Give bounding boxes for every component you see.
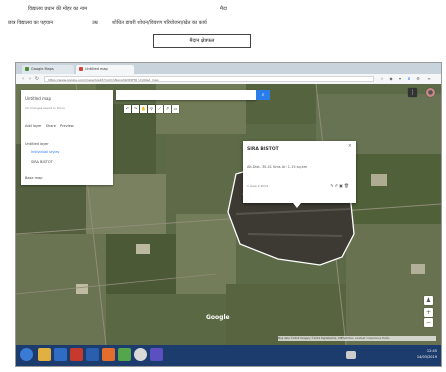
layer-style[interactable]: Individual styles [31, 150, 59, 154]
url-field[interactable]: https://www.google.com/maps/d/edit?mid=1… [44, 76, 374, 82]
doc-line1-right: मैदा [220, 6, 227, 12]
boxed-label: मैदान क्षेत्रफल [153, 34, 251, 48]
popup-meta: 1 Area 2 Point [247, 184, 269, 188]
reload-icon[interactable]: ↻ [34, 76, 40, 82]
bookmark-icon[interactable]: ☆ [379, 76, 385, 82]
tab-untitled-map[interactable]: Untitled map [76, 65, 134, 74]
marker-icon[interactable]: ⚲ [148, 105, 155, 113]
ruler-icon[interactable]: ▭ [172, 105, 179, 113]
settings-icon[interactable]: ⚙ [415, 76, 421, 82]
apps-icon[interactable]: ⋮ [408, 88, 417, 97]
popup-measurement: Alt.Dist. 30.41 Kms Ar: 1.15 sq.km [247, 165, 308, 169]
add-layer-button[interactable]: Add layer [25, 124, 42, 128]
chrome-icon[interactable] [134, 348, 147, 361]
delete-icon[interactable]: 🗑 [344, 183, 350, 188]
save-status: All changes saved in Drive [25, 106, 65, 110]
embedded-screenshot: Google Maps Untitled map ‹ › ↻ https://w… [15, 62, 442, 367]
map-side-panel: Untitled map All changes saved in Drive … [21, 90, 113, 185]
redo-icon[interactable]: ↷ [132, 105, 139, 113]
layer-title[interactable]: Untitled layer [25, 142, 49, 146]
map-search-input[interactable] [116, 90, 256, 100]
map-title[interactable]: Untitled map [25, 96, 51, 101]
google-logo: Google [206, 314, 230, 321]
browser-tabbar: Google Maps Untitled map [16, 63, 441, 74]
feature-item[interactable]: SIRA BISTOT [31, 160, 53, 164]
back-icon[interactable]: ‹ [20, 76, 26, 82]
base-map-item[interactable]: Base map [25, 176, 42, 180]
menu-icon[interactable]: ≡ [426, 76, 432, 82]
doc-line1-left: विद्यालय प्रधान की मोहर का नाम [28, 6, 88, 12]
extension-icon[interactable]: ◆ [388, 76, 394, 82]
map-toolbar: ↶ ↷ ✋ ⚲ ⟋ ↱ ▭ [124, 105, 179, 113]
download-icon[interactable]: ⬇ [406, 76, 412, 82]
doc-line2-mid: उम्र [92, 20, 98, 26]
forward-icon[interactable]: › [27, 76, 33, 82]
media-icon[interactable] [54, 348, 67, 361]
account-avatar[interactable]: ● [426, 88, 435, 97]
feature-popup: × SIRA BISTOT Alt.Dist. 30.41 Kms Ar: 1.… [243, 141, 356, 208]
share-button[interactable]: Share [46, 124, 56, 128]
undo-icon[interactable]: ↶ [124, 105, 131, 113]
hand-icon[interactable]: ✋ [140, 105, 147, 113]
panel-actions: Add layer Share Preview [25, 124, 74, 128]
satellite-map[interactable]: Untitled map All changes saved in Drive … [16, 84, 441, 345]
popup-tools: ✎✐▣🗑 [330, 183, 350, 188]
directions-icon[interactable]: ↱ [164, 105, 171, 113]
mymaps-favicon-icon [79, 67, 83, 71]
explorer-icon[interactable] [38, 348, 51, 361]
zoom-in-button[interactable]: + [424, 308, 433, 317]
language-icon[interactable] [346, 351, 356, 359]
doc-line2-right: शोधित डायरी शोधन/विवरण परियोजना/खेत का क… [112, 20, 207, 26]
maps-favicon-icon [25, 67, 29, 71]
media-player-icon[interactable] [102, 348, 115, 361]
search-icon[interactable]: ⌕ [256, 90, 270, 100]
preview-button[interactable]: Preview [60, 124, 74, 128]
tab-google-maps[interactable]: Google Maps [22, 65, 74, 74]
popup-tail [293, 203, 301, 208]
draw-line-icon[interactable]: ⟋ [156, 105, 163, 113]
doc-line2-left: छात्र विद्यालय का पहचान [8, 20, 54, 26]
tool-icon[interactable] [118, 348, 131, 361]
word-icon[interactable] [86, 348, 99, 361]
windows-taskbar: 12:45 14/03/2019 [16, 345, 441, 366]
pdf-icon[interactable] [70, 348, 83, 361]
paint-icon[interactable] [150, 348, 163, 361]
close-icon[interactable]: × [348, 143, 352, 149]
pegman-icon[interactable]: ♟ [424, 296, 433, 305]
system-tray-clock[interactable]: 12:45 14/03/2019 [417, 348, 437, 360]
map-attribution: Map data ©2019 Imagery ©2019 DigitalGlob… [278, 336, 436, 341]
start-button[interactable] [20, 348, 33, 361]
shield-icon[interactable]: ▾ [397, 76, 403, 82]
popup-title: SIRA BISTOT [247, 147, 279, 152]
zoom-out-button[interactable]: − [424, 318, 433, 327]
